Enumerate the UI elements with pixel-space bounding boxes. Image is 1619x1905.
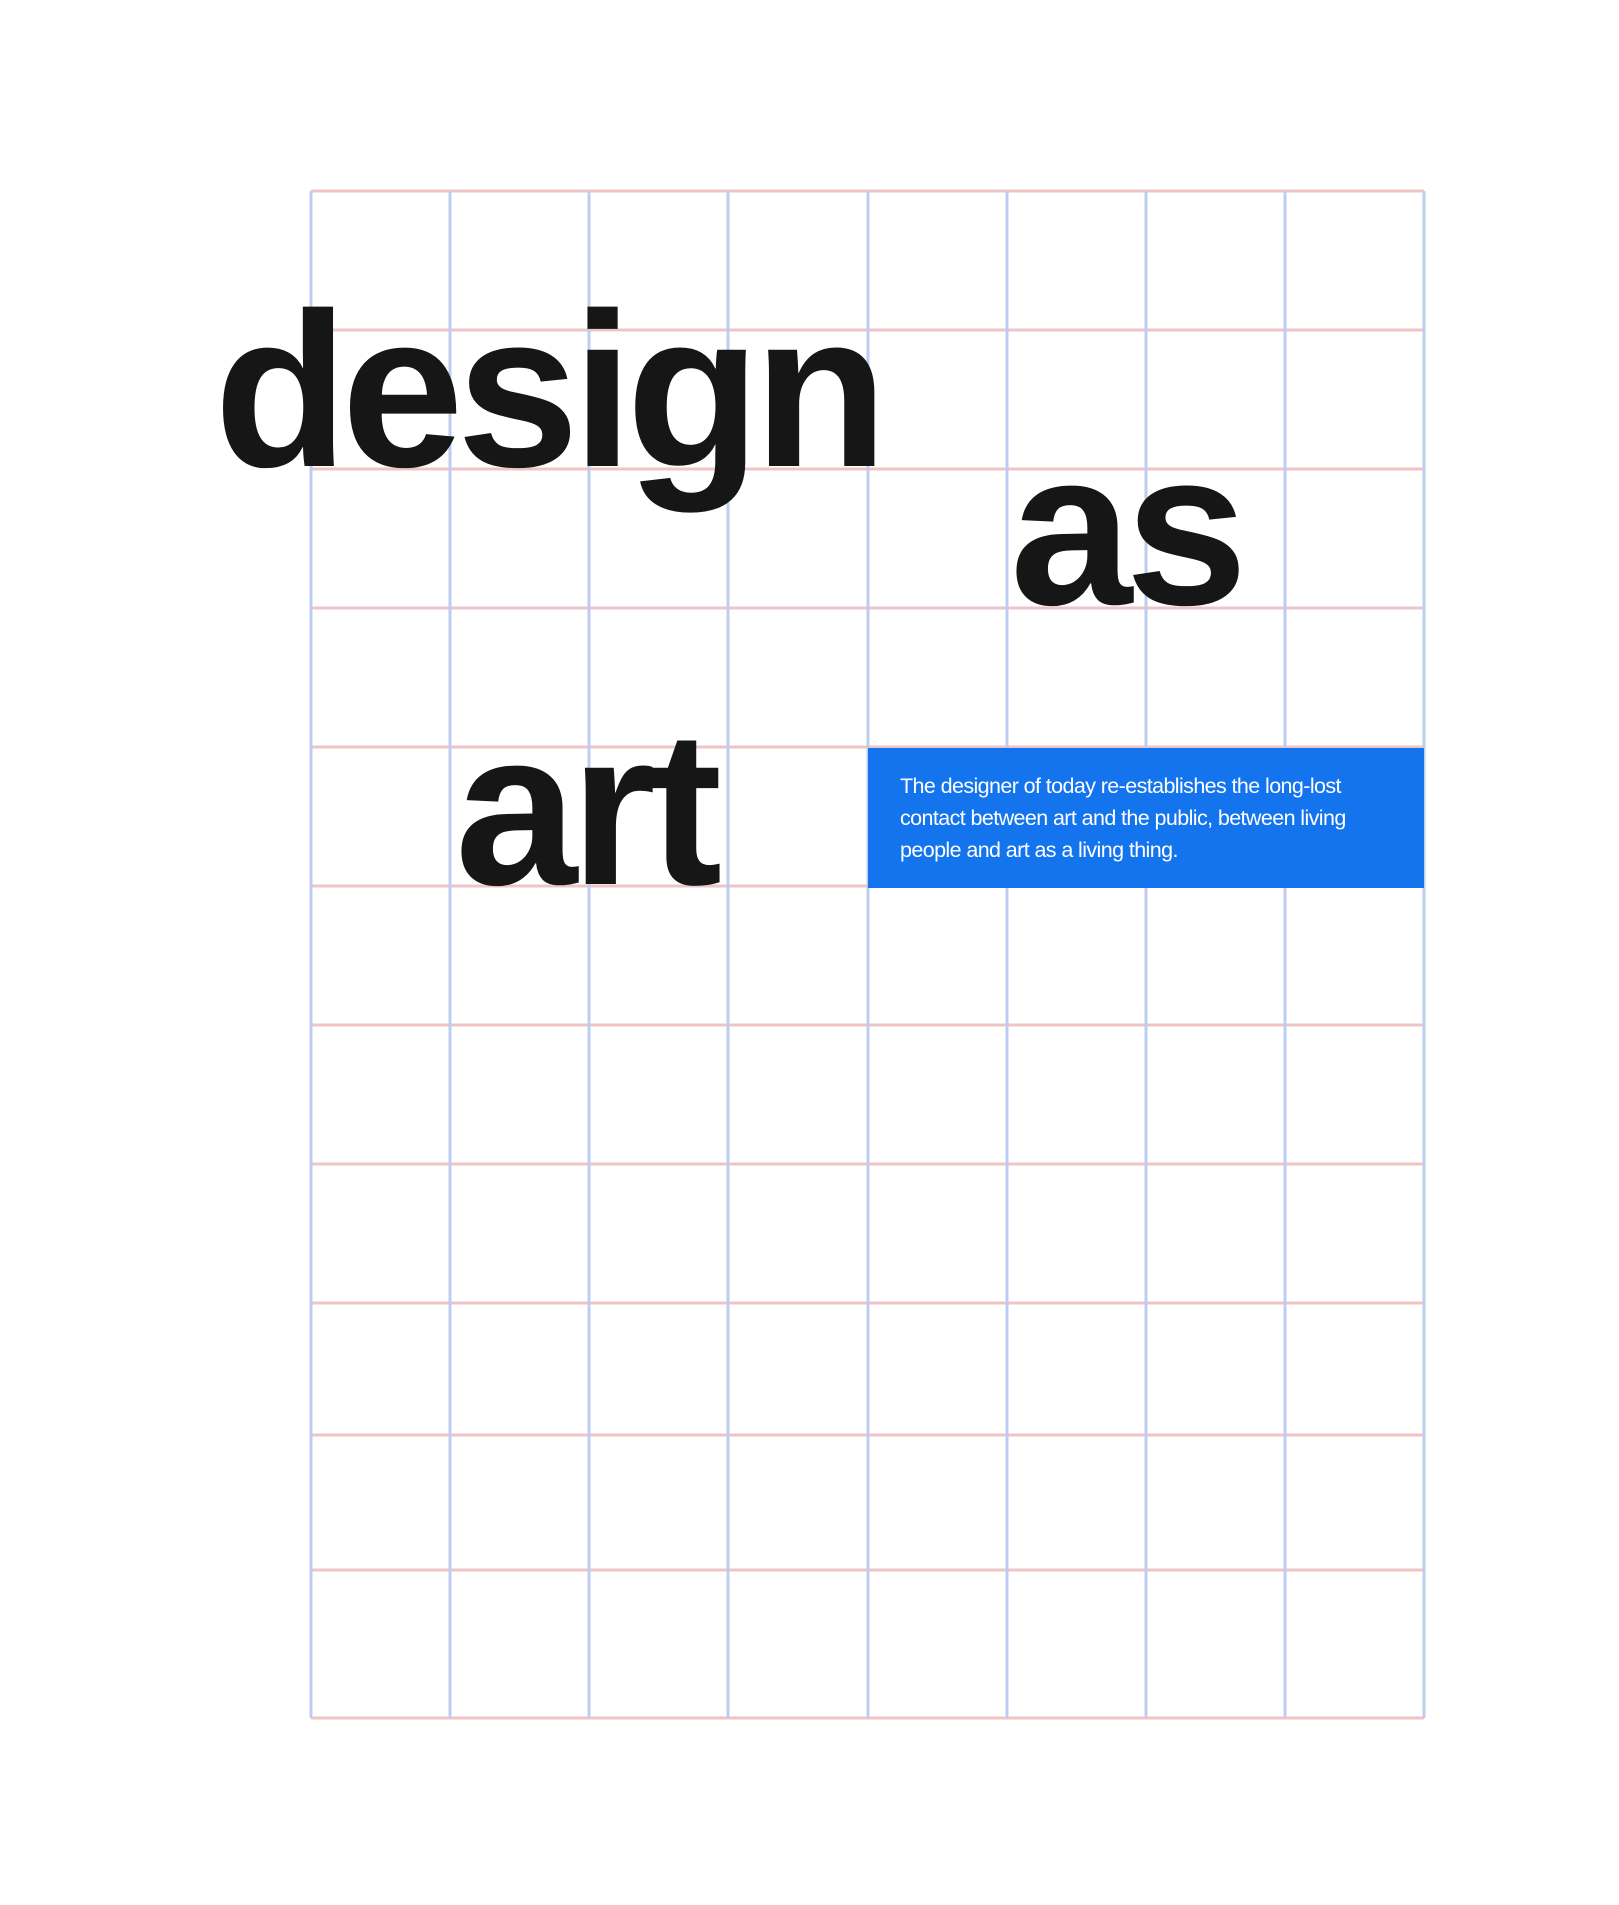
headline-word-art: art xyxy=(455,685,722,931)
headline-word-as: as xyxy=(1010,405,1248,651)
quote-text: The designer of today re-establishes the… xyxy=(900,774,1346,862)
quote-box: The designer of today re-establishes the… xyxy=(868,748,1424,888)
headline-word-design: design xyxy=(214,267,888,513)
